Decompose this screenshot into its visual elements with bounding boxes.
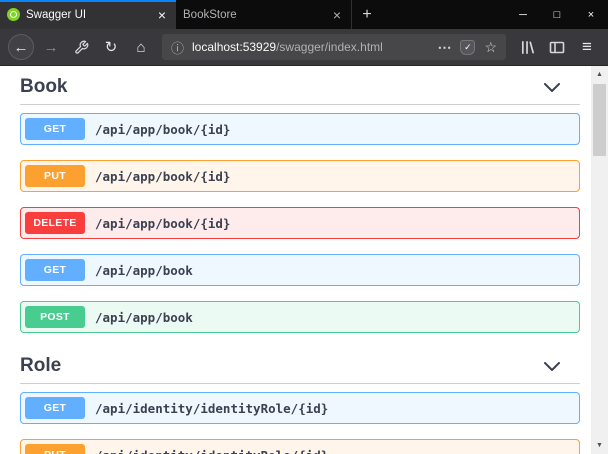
- url-text[interactable]: localhost:53929/swagger/index.html: [192, 40, 431, 54]
- swagger-logo-icon: [7, 8, 20, 21]
- endpoint-path: /api/app/book/{id}: [95, 122, 230, 137]
- page-info-icon[interactable]: ⓘ: [171, 38, 184, 57]
- scroll-up-arrow[interactable]: ▲: [591, 66, 608, 83]
- bookmark-star-icon[interactable]: ☆: [484, 39, 497, 56]
- endpoint-path: /api/app/book: [95, 310, 193, 325]
- endpoint-row[interactable]: GET /api/identity/identityRole/{id}: [20, 392, 580, 424]
- shield-check-icon[interactable]: ✓: [460, 40, 475, 55]
- tab-close-icon[interactable]: ×: [330, 8, 344, 22]
- endpoint-row[interactable]: PUT /api/app/book/{id}: [20, 160, 580, 192]
- window-controls: ─ □ ×: [506, 0, 608, 29]
- titlebar: Swagger UI × BookStore × + ─ □ ×: [0, 0, 608, 29]
- endpoint-row[interactable]: GET /api/app/book: [20, 254, 580, 286]
- browser-window: Swagger UI × BookStore × + ─ □ × ← → ↻ ⌂…: [0, 0, 608, 454]
- endpoint-path: /api/app/book: [95, 263, 193, 278]
- tab-bookstore[interactable]: BookStore ×: [176, 0, 352, 29]
- api-section: Book GET /api/app/book/{id} PUT /api/app…: [20, 70, 580, 333]
- section-title: Book: [20, 76, 68, 98]
- swagger-sections: Book GET /api/app/book/{id} PUT /api/app…: [0, 66, 591, 454]
- url-host: localhost:53929: [192, 40, 276, 54]
- wrench-icon[interactable]: [68, 34, 94, 60]
- endpoint-path: /api/identity/identityRole/{id}: [95, 448, 328, 454]
- section-title: Role: [20, 355, 61, 377]
- menu-button[interactable]: ≡: [574, 34, 600, 60]
- url-bar-actions: ⋯ ✓ ☆: [437, 39, 497, 56]
- minimize-button[interactable]: ─: [506, 0, 540, 29]
- method-badge: POST: [25, 306, 85, 328]
- method-badge: PUT: [25, 165, 85, 187]
- endpoint-path: /api/app/book/{id}: [95, 169, 230, 184]
- reload-button[interactable]: ↻: [98, 34, 124, 60]
- tab-close-icon[interactable]: ×: [155, 8, 169, 22]
- endpoint-path: /api/identity/identityRole/{id}: [95, 401, 328, 416]
- chevron-down-icon[interactable]: [544, 362, 560, 371]
- endpoint-list: GET /api/identity/identityRole/{id} PUT …: [20, 392, 580, 454]
- method-badge: GET: [25, 118, 85, 140]
- method-badge: GET: [25, 397, 85, 419]
- endpoint-row[interactable]: POST /api/app/book: [20, 301, 580, 333]
- maximize-button[interactable]: □: [540, 0, 574, 29]
- tab-swagger-ui[interactable]: Swagger UI ×: [0, 0, 176, 29]
- navigation-toolbar: ← → ↻ ⌂ ⓘ localhost:53929/swagger/index.…: [0, 29, 608, 66]
- endpoint-row[interactable]: GET /api/app/book/{id}: [20, 113, 580, 145]
- back-button[interactable]: ←: [8, 34, 34, 60]
- library-icon[interactable]: [514, 34, 540, 60]
- page-content: Book GET /api/app/book/{id} PUT /api/app…: [0, 66, 608, 454]
- method-badge: GET: [25, 259, 85, 281]
- method-badge: DELETE: [25, 212, 85, 234]
- close-button[interactable]: ×: [574, 0, 608, 29]
- tab-title: BookStore: [183, 9, 330, 21]
- method-badge: PUT: [25, 444, 85, 454]
- chevron-down-icon[interactable]: [544, 83, 560, 92]
- url-path: /swagger/index.html: [276, 40, 383, 54]
- api-section: Role GET /api/identity/identityRole/{id}…: [20, 349, 580, 454]
- url-bar[interactable]: ⓘ localhost:53929/swagger/index.html ⋯ ✓…: [162, 34, 506, 60]
- endpoint-path: /api/app/book/{id}: [95, 216, 230, 231]
- tab-title: Swagger UI: [26, 9, 155, 21]
- scroll-down-arrow[interactable]: ▼: [591, 437, 608, 454]
- endpoint-row[interactable]: DELETE /api/app/book/{id}: [20, 207, 580, 239]
- new-tab-button[interactable]: +: [352, 0, 382, 29]
- sidebar-toggle-icon[interactable]: [544, 34, 570, 60]
- endpoint-list: GET /api/app/book/{id} PUT /api/app/book…: [20, 113, 580, 333]
- vertical-scrollbar[interactable]: ▲ ▼: [591, 66, 608, 454]
- page-actions-icon[interactable]: ⋯: [437, 39, 451, 56]
- endpoint-row[interactable]: PUT /api/identity/identityRole/{id}: [20, 439, 580, 454]
- forward-button[interactable]: →: [38, 34, 64, 60]
- scrollbar-thumb[interactable]: [593, 84, 606, 156]
- home-button[interactable]: ⌂: [128, 34, 154, 60]
- section-header[interactable]: Book: [20, 70, 580, 105]
- section-header[interactable]: Role: [20, 349, 580, 384]
